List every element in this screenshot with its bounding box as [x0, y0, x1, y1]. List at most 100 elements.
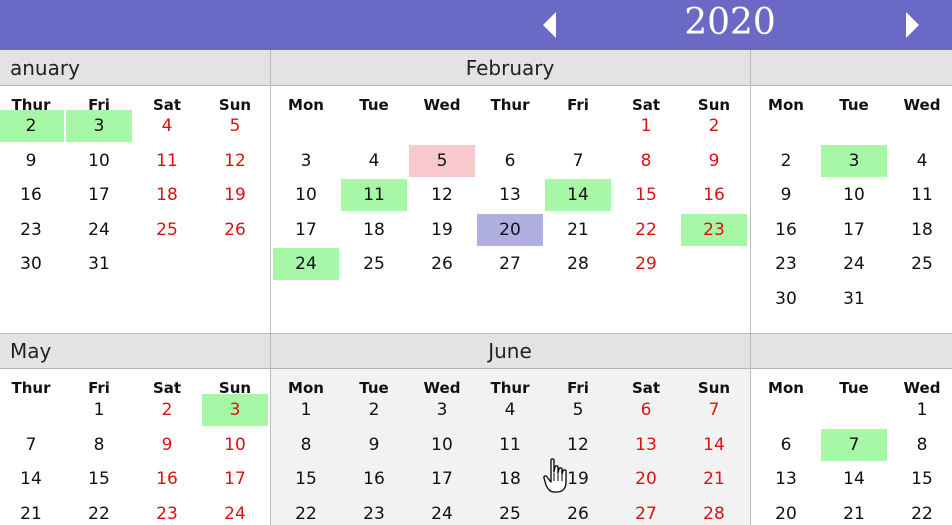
day-cell[interactable]: 10	[66, 145, 132, 177]
day-cell[interactable]: 11	[889, 179, 952, 211]
day-cell[interactable]: 27	[613, 498, 679, 525]
day-cell[interactable]: 18	[341, 214, 407, 246]
day-cell[interactable]: 13	[477, 179, 543, 211]
day-cell[interactable]: 3	[821, 144, 887, 177]
day-cell[interactable]: 16	[134, 463, 200, 495]
day-cell[interactable]: 27	[477, 248, 543, 280]
day-cell[interactable]: 12	[545, 429, 611, 461]
day-cell[interactable]: 15	[273, 463, 339, 495]
day-cell[interactable]: 9	[753, 179, 819, 211]
day-cell[interactable]: 15	[66, 463, 132, 495]
day-cell[interactable]: 13	[613, 429, 679, 461]
day-cell[interactable]: 18	[134, 179, 200, 211]
day-cell[interactable]: 25	[341, 248, 407, 280]
day-cell[interactable]: 22	[889, 498, 952, 525]
day-cell[interactable]: 19	[202, 179, 268, 211]
day-cell[interactable]: 23	[753, 248, 819, 280]
day-cell[interactable]: 10	[409, 429, 475, 461]
day-cell[interactable]: 2	[0, 110, 64, 142]
day-cell[interactable]: 6	[613, 394, 679, 426]
day-cell[interactable]: 25	[134, 214, 200, 246]
day-cell[interactable]: 11	[341, 179, 407, 211]
next-year-button[interactable]	[902, 10, 922, 40]
day-cell[interactable]: 7	[681, 394, 747, 426]
day-cell[interactable]: 23	[681, 213, 747, 246]
day-cell[interactable]: 15	[613, 179, 679, 211]
day-cell[interactable]: 16	[681, 179, 747, 211]
day-cell[interactable]: 20	[613, 463, 679, 495]
previous-year-button[interactable]	[540, 10, 560, 40]
day-cell[interactable]: 2	[341, 394, 407, 426]
day-cell[interactable]: 1	[889, 394, 952, 426]
day-cell[interactable]: 1	[273, 394, 339, 426]
day-cell[interactable]: 25	[889, 248, 952, 280]
day-cell[interactable]: 22	[613, 214, 679, 246]
day-cell[interactable]: 26	[409, 248, 475, 280]
day-cell[interactable]: 17	[409, 463, 475, 495]
day-cell[interactable]: 31	[821, 283, 887, 315]
day-cell[interactable]: 14	[0, 463, 64, 495]
day-cell[interactable]: 24	[273, 248, 339, 280]
day-cell[interactable]: 17	[821, 214, 887, 246]
day-cell[interactable]: 14	[821, 463, 887, 495]
day-cell[interactable]: 6	[753, 429, 819, 461]
day-cell[interactable]: 24	[821, 248, 887, 280]
day-cell[interactable]: 21	[0, 498, 64, 525]
day-cell[interactable]: 31	[66, 248, 132, 280]
day-cell[interactable]: 21	[821, 498, 887, 525]
day-cell[interactable]: 3	[66, 110, 132, 142]
day-cell[interactable]: 23	[341, 498, 407, 525]
day-cell[interactable]: 17	[273, 214, 339, 246]
day-cell[interactable]: 21	[545, 214, 611, 246]
day-cell[interactable]: 22	[66, 498, 132, 525]
day-cell[interactable]: 5	[545, 394, 611, 426]
day-cell[interactable]: 5	[409, 144, 475, 177]
day-cell[interactable]: 16	[753, 214, 819, 246]
day-cell[interactable]: 3	[202, 394, 268, 426]
day-cell[interactable]: 11	[477, 429, 543, 461]
day-cell[interactable]: 8	[66, 429, 132, 461]
day-cell[interactable]: 9	[341, 429, 407, 461]
day-cell[interactable]: 8	[889, 429, 952, 461]
day-cell[interactable]: 7	[821, 428, 887, 461]
day-cell[interactable]: 10	[202, 429, 268, 461]
day-cell[interactable]: 5	[202, 110, 268, 142]
day-cell[interactable]: 20	[753, 498, 819, 525]
day-cell[interactable]: 24	[66, 214, 132, 246]
day-cell[interactable]: 19	[409, 214, 475, 246]
day-cell[interactable]: 26	[545, 498, 611, 525]
day-cell[interactable]: 22	[273, 498, 339, 525]
day-cell[interactable]: 18	[889, 214, 952, 246]
day-cell[interactable]: 12	[409, 179, 475, 211]
day-cell[interactable]: 10	[273, 179, 339, 211]
day-cell[interactable]: 11	[134, 145, 200, 177]
day-cell[interactable]: 25	[477, 498, 543, 525]
day-cell[interactable]: 6	[477, 145, 543, 177]
day-cell[interactable]: 9	[681, 145, 747, 177]
day-cell[interactable]: 8	[613, 145, 679, 177]
day-cell[interactable]: 2	[753, 145, 819, 177]
day-cell[interactable]: 2	[681, 110, 747, 142]
day-cell[interactable]: 26	[202, 214, 268, 246]
day-cell[interactable]: 8	[273, 429, 339, 461]
day-cell[interactable]: 10	[821, 179, 887, 211]
day-cell[interactable]: 1	[613, 110, 679, 142]
day-cell[interactable]: 24	[409, 498, 475, 525]
day-cell[interactable]: 14	[545, 179, 611, 211]
day-cell[interactable]: 7	[545, 145, 611, 177]
day-cell[interactable]: 20	[477, 213, 543, 246]
day-cell[interactable]: 18	[477, 463, 543, 495]
day-cell[interactable]: 3	[409, 394, 475, 426]
day-cell[interactable]: 14	[681, 429, 747, 461]
day-cell[interactable]: 4	[134, 110, 200, 142]
day-cell[interactable]: 12	[202, 145, 268, 177]
day-cell[interactable]: 24	[202, 498, 268, 525]
day-cell[interactable]: 23	[0, 214, 64, 246]
day-cell[interactable]: 23	[134, 498, 200, 525]
day-cell[interactable]: 1	[66, 394, 132, 426]
day-cell[interactable]: 13	[753, 463, 819, 495]
day-cell[interactable]: 17	[66, 179, 132, 211]
day-cell[interactable]: 9	[0, 145, 64, 177]
day-cell[interactable]: 17	[202, 463, 268, 495]
day-cell[interactable]: 30	[753, 283, 819, 315]
